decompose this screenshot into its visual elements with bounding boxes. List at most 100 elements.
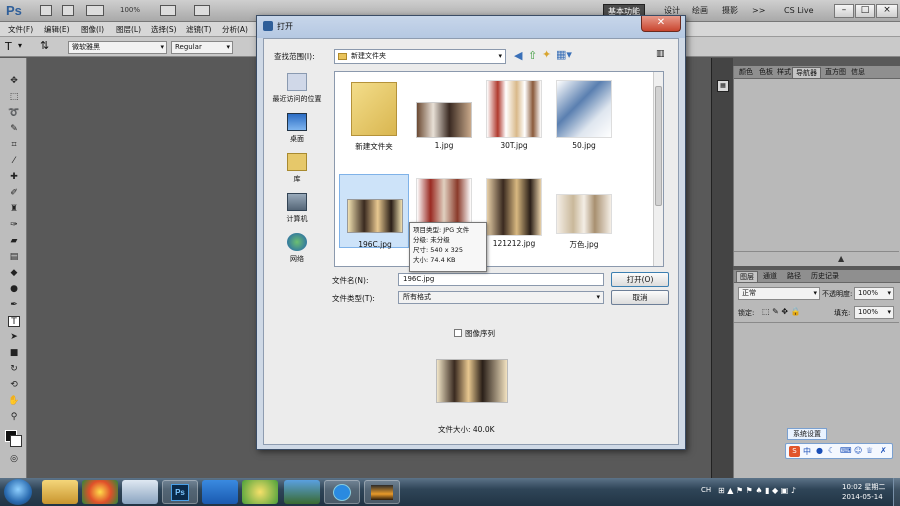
menu-image[interactable]: 图像(I) — [81, 24, 104, 35]
path-select-tool-icon[interactable]: ➤ — [8, 332, 20, 343]
histogram-panel-icon[interactable]: ▦ — [717, 80, 729, 92]
back-icon[interactable]: ◀ — [514, 49, 522, 62]
tab-paths[interactable]: 路径 — [784, 271, 804, 281]
open-button[interactable]: 打开(O) — [611, 272, 669, 287]
file-item[interactable]: 121212.jpg — [479, 174, 549, 248]
pen-tool-icon[interactable]: ✒ — [8, 300, 20, 311]
type-tool-icon-active[interactable]: T — [8, 316, 20, 327]
file-item[interactable]: 万色.jpg — [549, 174, 619, 249]
quick-mask-icon[interactable]: ◎ — [8, 454, 20, 465]
tab-color[interactable]: 颜色 — [736, 67, 756, 77]
ime-tools-icon[interactable]: ✗ — [880, 446, 887, 455]
filetype-select[interactable]: 所有格式 ▾ — [398, 291, 604, 304]
workspace-painting[interactable]: 绘画 — [688, 4, 712, 19]
eraser-tool-icon[interactable]: ▰ — [8, 236, 20, 247]
ime-settings-label[interactable]: 系统设置 — [787, 428, 827, 440]
close-button[interactable]: × — [876, 4, 898, 18]
taskbar-app[interactable] — [122, 480, 158, 504]
filename-input[interactable]: 196C.jpg — [398, 273, 604, 286]
zoom-tool-icon[interactable]: ⚲ — [8, 412, 20, 423]
text-orientation-icon[interactable]: ⇅ — [40, 39, 49, 52]
move-tool-icon[interactable]: ✥ — [8, 76, 20, 87]
healing-tool-icon[interactable]: ✚ — [8, 172, 20, 183]
help-icon[interactable]: ▥ — [656, 49, 665, 59]
background-color-swatch[interactable] — [10, 435, 22, 447]
extras-icon[interactable] — [86, 5, 104, 16]
lasso-tool-icon[interactable]: ➰ — [8, 108, 20, 119]
taskbar-image-viewer[interactable] — [364, 480, 400, 504]
ime-tshirt-icon[interactable]: ♕ — [866, 446, 873, 455]
gradient-tool-icon[interactable]: ▤ — [8, 252, 20, 263]
minimize-button[interactable]: – — [834, 4, 854, 18]
file-item[interactable]: 新建文件夹 — [339, 76, 409, 151]
ime-skin-icon[interactable]: ☺ — [854, 446, 862, 455]
bridge-icon[interactable] — [40, 5, 52, 16]
menu-file[interactable]: 文件(F) — [8, 24, 33, 35]
tool-preset-chevron-icon[interactable]: ▾ — [18, 41, 22, 50]
crop-tool-icon[interactable]: ⌗ — [8, 140, 20, 151]
taskbar-browser[interactable] — [82, 480, 118, 504]
taskbar-explorer[interactable] — [42, 480, 78, 504]
image-sequence-checkbox[interactable] — [454, 329, 462, 337]
hand-tool-icon[interactable]: ✋ — [8, 396, 20, 407]
ime-punctuation[interactable]: ● — [816, 446, 823, 455]
dialog-close-button[interactable]: ✕ — [641, 16, 681, 32]
show-desktop-button[interactable] — [893, 478, 900, 506]
marquee-tool-icon[interactable]: ⬚ — [8, 92, 20, 103]
lookin-chevron-icon[interactable]: ▾ — [498, 50, 502, 63]
taskbar-network-app[interactable] — [284, 480, 320, 504]
menu-layer[interactable]: 图层(L) — [116, 24, 141, 35]
new-folder-icon[interactable]: ✦ — [542, 48, 551, 61]
tab-navigator[interactable]: 导航器 — [792, 67, 821, 78]
type-tool-icon[interactable]: T — [5, 40, 12, 53]
cs-live-button[interactable]: CS Live — [780, 4, 818, 19]
menu-select[interactable]: 选择(S) — [151, 24, 177, 35]
zoom-level[interactable]: 100% — [120, 6, 140, 14]
navigator-zoom-slider[interactable]: ▲ — [734, 251, 899, 265]
tray-icons[interactable]: ⊞ ▲ ⚑ ⚑ ♠ ▮ ◆ ▣ ♪ — [718, 486, 796, 495]
dodge-tool-icon[interactable]: ● — [8, 284, 20, 295]
3d-rotate-tool-icon[interactable]: ↻ — [8, 364, 20, 375]
minibridge-icon[interactable] — [62, 5, 74, 16]
menu-analysis[interactable]: 分析(A) — [222, 24, 248, 35]
start-button[interactable] — [4, 479, 32, 505]
menu-filter[interactable]: 滤镜(T) — [186, 24, 211, 35]
lookin-combo[interactable]: 新建文件夹 ▾ — [334, 49, 506, 64]
quick-select-tool-icon[interactable]: ✎ — [8, 124, 20, 135]
workspace-photography[interactable]: 摄影 — [718, 4, 742, 19]
ime-moon-icon[interactable]: ☾ — [828, 446, 835, 455]
ime-keyboard-icon[interactable]: ⌨ — [840, 446, 852, 455]
blur-tool-icon[interactable]: ◆ — [8, 268, 20, 279]
clock-date[interactable]: 2014-05-14 — [842, 493, 883, 501]
screen-mode-icon[interactable] — [194, 5, 210, 16]
maximize-button[interactable]: □ — [855, 4, 875, 18]
file-item-selected[interactable]: 196C.jpg — [339, 174, 409, 249]
place-desktop[interactable]: 桌面 — [270, 113, 324, 144]
file-item[interactable]: 1.jpg — [409, 76, 479, 150]
place-computer[interactable]: 计算机 — [270, 193, 324, 224]
tab-swatches[interactable]: 色板 — [756, 67, 776, 77]
tab-layers[interactable]: 图层 — [736, 271, 758, 282]
file-item[interactable]: 50.jpg — [549, 76, 619, 150]
place-recent[interactable]: 最近访问的位置 — [270, 73, 324, 104]
tab-channels[interactable]: 通道 — [760, 271, 780, 281]
taskbar-maxthon[interactable] — [202, 480, 238, 504]
stamp-tool-icon[interactable]: ♜ — [8, 204, 20, 215]
workspace-more[interactable]: >> — [748, 4, 769, 19]
arrange-icon[interactable] — [160, 5, 176, 16]
tab-styles[interactable]: 样式 — [774, 67, 794, 77]
lock-icons[interactable]: ⬚ ✎ ✥ 🔒 — [762, 307, 801, 316]
sogou-ime-icon[interactable]: S — [789, 446, 800, 457]
up-folder-icon[interactable]: ⇧ — [528, 49, 537, 62]
view-menu-icon[interactable]: ▦▾ — [556, 48, 572, 61]
file-item[interactable]: 30T.jpg — [479, 76, 549, 150]
taskbar-photoshop[interactable]: Ps — [162, 480, 198, 504]
taskbar-player[interactable] — [324, 480, 360, 504]
cancel-button[interactable]: 取消 — [611, 290, 669, 305]
shape-tool-icon[interactable]: ■ — [8, 348, 20, 359]
zoom-slider-thumb[interactable]: ▲ — [838, 254, 844, 263]
history-brush-tool-icon[interactable]: ✑ — [8, 220, 20, 231]
ime-chinese-mode[interactable]: 中 — [803, 446, 811, 457]
place-libraries[interactable]: 库 — [270, 153, 324, 184]
clock-time[interactable]: 10:02 星期二 — [842, 482, 885, 492]
